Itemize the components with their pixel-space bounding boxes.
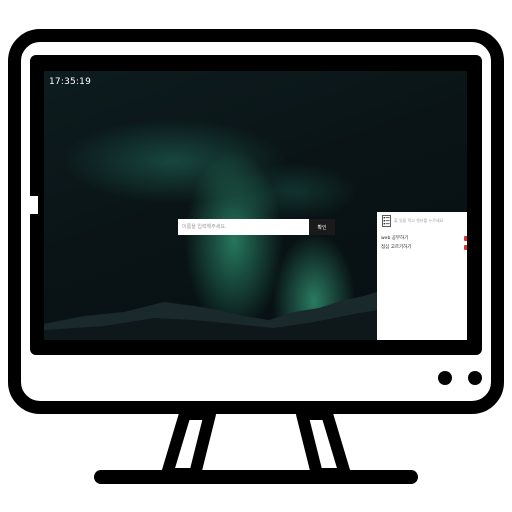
- todo-input[interactable]: [394, 216, 466, 225]
- monitor-button-right: [468, 371, 482, 385]
- checklist-icon: [382, 215, 391, 227]
- todo-header: [380, 214, 466, 228]
- bezel-notch: [30, 196, 38, 214]
- todo-item: web 공부하기: [381, 234, 467, 243]
- todo-panel: web 공부하기 점심 고르기하기: [377, 212, 467, 340]
- delete-icon[interactable]: [464, 236, 467, 241]
- clock: 17:35:19: [49, 77, 92, 87]
- delete-icon[interactable]: [464, 245, 467, 250]
- desktop-screen: 17:35:19 확인 web 공부하기: [44, 71, 467, 340]
- todo-list: web 공부하기 점심 고르기하기: [381, 234, 467, 252]
- confirm-button[interactable]: 확인: [309, 219, 335, 235]
- todo-item: 점심 고르기하기: [381, 243, 467, 252]
- monitor-illustration: 17:35:19 확인 web 공부하기: [0, 0, 512, 512]
- name-input[interactable]: [178, 219, 309, 235]
- todo-item-label: 점심 고르기하기: [381, 245, 412, 250]
- todo-item-label: web 공부하기: [381, 236, 409, 241]
- monitor-button-left: [438, 371, 452, 385]
